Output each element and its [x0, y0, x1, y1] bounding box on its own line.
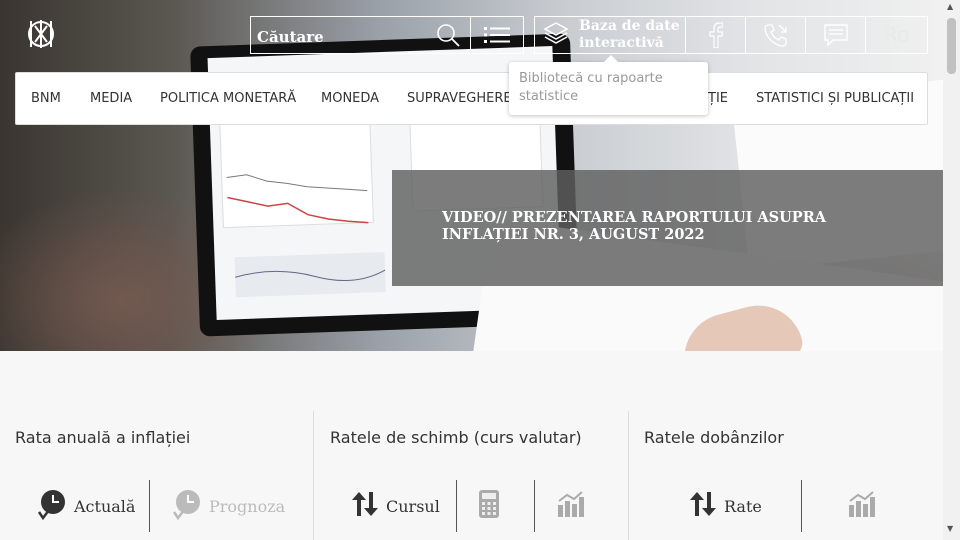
- interest-rate-label: Rate: [724, 496, 762, 516]
- calculator-button[interactable]: [478, 480, 500, 532]
- chart-icon: [556, 490, 584, 522]
- list-menu-icon[interactable]: [469, 17, 523, 53]
- exchange-title: Ratele de schimb (curs valutar): [330, 428, 582, 447]
- layers-icon: [543, 20, 569, 50]
- clock-forecast-icon: [172, 488, 202, 524]
- bnm-logo-icon[interactable]: [25, 17, 57, 51]
- chat-icon[interactable]: [805, 17, 865, 53]
- facebook-icon[interactable]: [685, 17, 745, 53]
- top-toolbar: Baza de date interactivă Ro: [534, 16, 928, 54]
- banner-title: VIDEO// PREZENTAREA RAPORTULUI ASUPRA IN…: [442, 209, 826, 243]
- vertical-scrollbar[interactable]: ▲ ▼: [943, 0, 960, 540]
- database-button-label: Baza de date interactivă: [579, 18, 680, 51]
- current-inflation-button[interactable]: Actuală: [37, 480, 135, 532]
- exchange-chart-button[interactable]: [556, 480, 584, 532]
- current-inflation-label: Actuală: [74, 496, 136, 516]
- up-down-arrows-icon: [689, 490, 717, 522]
- up-down-arrows-icon: [351, 490, 379, 522]
- inflation-title: Rata anuală a inflației: [15, 428, 191, 447]
- database-button[interactable]: Baza de date interactivă: [535, 17, 685, 53]
- language-switch[interactable]: Ro: [865, 17, 927, 53]
- news-banner[interactable]: VIDEO// PREZENTAREA RAPORTULUI ASUPRA IN…: [392, 170, 943, 286]
- interest-chart-button[interactable]: [847, 480, 875, 532]
- phone-icon[interactable]: [745, 17, 805, 53]
- search-icon[interactable]: [426, 17, 470, 53]
- search-box: [250, 16, 524, 54]
- nav-item-moneda[interactable]: MONEDA: [321, 91, 379, 106]
- nav-item-media[interactable]: MEDIA: [90, 91, 132, 106]
- inflation-widget: Rata anuală a inflației Actuală Prognoza: [0, 411, 314, 540]
- interest-rate-button[interactable]: Rate: [689, 480, 762, 532]
- database-tooltip: Bibliotecă cu rapoarte statistice: [509, 55, 708, 115]
- forecast-inflation-button[interactable]: Prognoza: [172, 480, 285, 532]
- nav-item-supraveghere[interactable]: SUPRAVEGHERE: [407, 91, 512, 106]
- search-input[interactable]: [251, 17, 426, 53]
- scroll-up-icon[interactable]: ▲: [947, 2, 953, 11]
- exchange-rate-button[interactable]: Cursul: [351, 480, 440, 532]
- nav-item-politica-monetara[interactable]: POLITICA MONETARĂ: [160, 91, 296, 106]
- nav-item-partial[interactable]: ȚIE: [708, 91, 728, 106]
- interest-widget: Ratele dobânzilor Rate: [628, 411, 943, 540]
- calculator-icon: [478, 489, 500, 523]
- scroll-down-icon[interactable]: ▼: [947, 524, 953, 533]
- nav-item-statistici[interactable]: STATISTICI ȘI PUBLICAȚII: [756, 91, 914, 106]
- interest-title: Ratele dobânzilor: [644, 428, 784, 447]
- exchange-widget: Ratele de schimb (curs valutar) Cursul: [313, 411, 629, 540]
- exchange-rate-label: Cursul: [386, 496, 440, 516]
- forecast-inflation-label: Prognoza: [209, 496, 286, 516]
- scrollbar-thumb[interactable]: [947, 18, 956, 74]
- main-nav: BNM MEDIA POLITICA MONETARĂ MONEDA SUPRA…: [15, 72, 928, 125]
- clock-arrow-icon: [37, 488, 67, 524]
- chart-icon: [847, 490, 875, 522]
- nav-item-bnm[interactable]: BNM: [31, 91, 61, 106]
